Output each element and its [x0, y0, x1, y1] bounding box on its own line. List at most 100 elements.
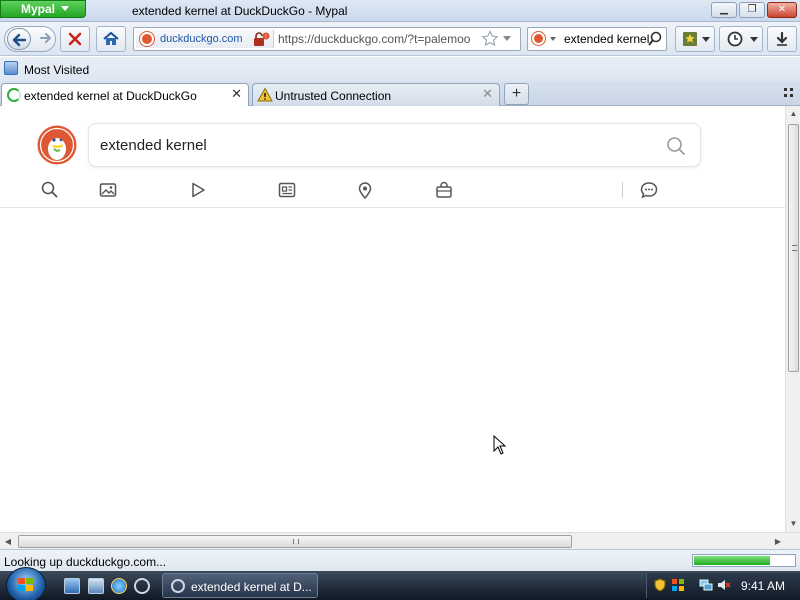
tab-duckduckgo[interactable]: extended kernel at DuckDuckGo ✕	[1, 83, 249, 107]
scroll-down-icon[interactable]: ▼	[786, 516, 800, 532]
scroll-left-icon[interactable]: ◀	[0, 533, 16, 550]
loading-progress-bar	[692, 554, 796, 567]
title-bar: Mypal extended kernel at DuckDuckGo - My…	[0, 0, 800, 22]
chevron-down-icon	[702, 37, 710, 42]
search-bar-value: extended kernel	[564, 32, 650, 46]
restore-icon: ❐	[747, 4, 757, 15]
shopping-icon[interactable]	[434, 180, 454, 200]
stop-icon	[68, 32, 82, 46]
back-forward-group	[4, 26, 56, 52]
minimize-icon: ▁	[720, 4, 728, 15]
vertical-scrollbar[interactable]: ▲ ▼	[785, 106, 800, 532]
site-identity-domain: duckduckgo.com	[160, 33, 243, 45]
window-title: extended kernel at DuckDuckGo - Mypal	[132, 4, 348, 18]
list-all-tabs-icon[interactable]	[784, 88, 794, 98]
mypal-quicklaunch-icon[interactable]	[134, 578, 150, 594]
images-icon[interactable]	[98, 180, 118, 200]
home-button[interactable]	[96, 26, 126, 52]
bookmark-star-icon[interactable]	[481, 30, 499, 48]
url-bar[interactable]: duckduckgo.com ! https://duckduckgo.com/…	[133, 27, 521, 51]
chevron-down-icon	[61, 6, 69, 11]
tab-label: extended kernel at DuckDuckGo	[24, 89, 197, 103]
volume-muted-icon[interactable]	[717, 578, 731, 592]
chevron-down-icon	[750, 37, 758, 42]
network-icon[interactable]	[699, 578, 713, 592]
search-engine-button[interactable]	[531, 31, 561, 47]
taskbar-item-mypal[interactable]: extended kernel at D...	[162, 573, 318, 598]
scroll-right-icon[interactable]: ▶	[770, 533, 786, 550]
search-bar[interactable]: extended kernel	[527, 27, 667, 51]
minimize-button[interactable]: ▁	[711, 2, 737, 18]
close-tab-icon[interactable]: ✕	[231, 87, 242, 101]
tab-divider	[622, 182, 623, 198]
bookmarks-icon	[683, 32, 697, 46]
scroll-up-icon[interactable]: ▲	[786, 106, 800, 122]
internet-explorer-icon[interactable]	[111, 578, 127, 594]
stop-button[interactable]	[60, 26, 90, 52]
close-tab-icon[interactable]: ✕	[482, 87, 493, 101]
history-menu-button[interactable]	[719, 26, 763, 52]
status-bar: Looking up duckduckgo.com...	[0, 549, 800, 571]
bookmark-most-visited[interactable]: Most Visited	[24, 63, 89, 77]
switch-windows-icon[interactable]	[88, 578, 104, 594]
duckduckgo-logo[interactable]	[37, 125, 77, 165]
site-identity-button[interactable]: duckduckgo.com !	[136, 30, 274, 48]
chat-icon[interactable]	[639, 180, 659, 200]
broken-lock-icon: !	[254, 32, 270, 46]
duckduckgo-favicon	[140, 32, 154, 46]
downloads-button[interactable]	[767, 26, 797, 52]
tab-strip: extended kernel at DuckDuckGo ✕ Untruste…	[0, 81, 800, 107]
forward-button[interactable]	[37, 30, 55, 48]
ddg-vertical-tabs	[0, 176, 785, 208]
start-button[interactable]	[6, 567, 46, 600]
grip-icon	[293, 539, 299, 544]
tab-label: Untrusted Connection	[275, 89, 392, 103]
taskbar: extended kernel at D... 9:41 AM	[0, 567, 800, 600]
close-icon: ✕	[777, 4, 787, 15]
mouse-cursor-icon	[493, 435, 507, 455]
chevron-down-icon	[550, 37, 556, 41]
arrow-left-icon	[12, 33, 27, 47]
ddg-search-query: extended kernel	[100, 137, 207, 154]
taskbar-clock: 9:41 AM	[741, 579, 786, 593]
search-icon[interactable]	[40, 180, 60, 200]
grip-icon	[792, 245, 797, 251]
taskbar-item-label: extended kernel at D...	[191, 580, 312, 594]
search-go-icon[interactable]	[647, 30, 663, 48]
app-menu-button[interactable]: Mypal	[0, 0, 86, 18]
loading-spinner-icon	[7, 88, 21, 102]
download-arrow-icon	[776, 31, 788, 46]
arrow-right-icon	[40, 33, 51, 43]
url-history-dropdown-icon[interactable]	[503, 36, 511, 41]
maps-icon[interactable]	[355, 180, 375, 200]
app-menu-label: Mypal	[21, 2, 56, 16]
duckduckgo-engine-icon	[532, 32, 545, 45]
windows-flag-icon[interactable]	[671, 578, 685, 592]
new-tab-button[interactable]: +	[504, 83, 529, 105]
show-desktop-icon[interactable]	[64, 578, 80, 594]
maximize-button[interactable]: ❐	[739, 2, 765, 18]
home-icon	[103, 31, 119, 45]
navigation-toolbar: duckduckgo.com ! https://duckduckgo.com/…	[0, 22, 800, 56]
clock-icon	[727, 31, 743, 47]
shield-icon[interactable]	[653, 578, 667, 592]
news-icon[interactable]	[277, 180, 297, 200]
page-content: extended kernel	[0, 106, 785, 532]
bookmarks-menu-button[interactable]	[675, 26, 715, 52]
ddg-search-box[interactable]: extended kernel	[88, 123, 701, 167]
back-button[interactable]	[7, 28, 31, 50]
bookmarks-toolbar: Most Visited	[0, 57, 800, 81]
search-icon[interactable]	[666, 136, 686, 156]
close-window-button[interactable]: ✕	[767, 2, 797, 18]
system-tray: 9:41 AM	[646, 573, 800, 598]
vertical-scroll-thumb[interactable]	[788, 124, 799, 372]
svg-text:!: !	[265, 34, 267, 41]
mypal-icon	[171, 579, 185, 593]
progress-fill	[694, 556, 770, 565]
horizontal-scrollbar[interactable]: ◀ ▶	[0, 532, 800, 549]
windows-logo-icon	[18, 578, 34, 592]
tab-untrusted-connection[interactable]: Untrusted Connection ✕	[252, 83, 500, 106]
most-visited-icon	[4, 61, 18, 75]
horizontal-scroll-thumb[interactable]	[18, 535, 572, 548]
videos-icon[interactable]	[188, 180, 208, 200]
